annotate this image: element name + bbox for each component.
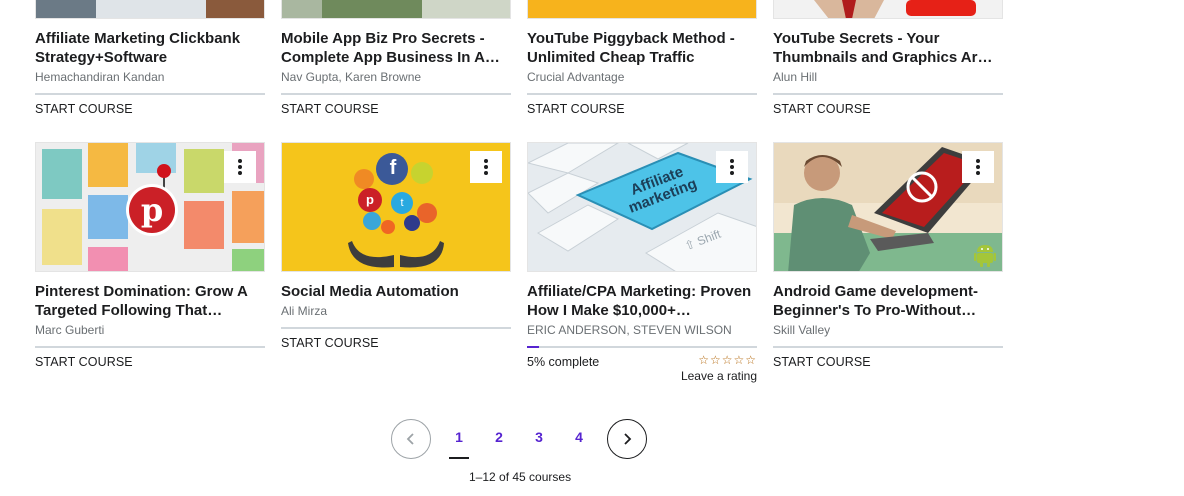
course-thumbnail[interactable]: Affiliate marketing ⇧ Shift [527,142,757,272]
progress-divider [35,93,265,95]
progress-divider [773,93,1003,95]
results-count: 1–12 of 45 courses [469,470,572,484]
start-course-link[interactable]: START COURSE [773,355,871,369]
course-title[interactable]: YouTube Secrets - Your Thumbnails and Gr… [773,29,1003,67]
thumbnail-image [282,0,510,18]
facebook-icon: f [389,157,397,179]
course-thumbnail[interactable] [35,0,265,19]
course-author: Alun Hill [773,70,818,84]
course-title[interactable]: Affiliate/CPA Marketing: Proven How I Ma… [527,282,757,320]
progress-bar [527,346,757,348]
course-thumbnail[interactable] [281,0,511,19]
thumbnail-image [774,0,1002,18]
leave-rating-label[interactable]: Leave a rating [681,369,757,383]
course-author: ERIC ANDERSON, STEVEN WILSON [527,323,732,337]
progress-label: 5% complete [527,355,600,369]
course-thumbnail[interactable] [527,0,757,19]
course-author: Skill Valley [773,323,831,337]
chevron-left-icon [406,433,414,445]
thumbnail-image [528,0,756,18]
course-author: Hemachandiran Kandan [35,70,165,84]
course-thumbnail[interactable] [773,0,1003,19]
page-4-link[interactable]: 4 [569,429,589,445]
progress-divider [281,93,511,95]
course-title[interactable]: Social Media Automation [281,282,511,301]
course-thumbnail[interactable] [773,142,1003,272]
next-page-button[interactable] [607,419,647,459]
progress-row: 5% complete ☆☆☆☆☆ Leave a rating [527,353,757,383]
start-course-link[interactable]: START COURSE [281,336,379,350]
page-2-link[interactable]: 2 [489,429,509,445]
course-card[interactable]: Android Game development- Beginner's To … [773,142,1003,371]
twitter-icon: t [400,197,404,209]
course-title[interactable]: YouTube Piggyback Method - Unlimited Che… [527,29,757,67]
course-author: Ali Mirza [281,304,328,318]
pinterest-icon: p [366,192,374,207]
page-3-link[interactable]: 3 [529,429,549,445]
progress-divider [773,346,1003,348]
prev-page-button[interactable] [391,419,431,459]
android-icon [974,243,996,267]
course-title[interactable]: Affiliate Marketing Clickbank Strategy+S… [35,29,265,67]
kebab-menu-icon[interactable] [470,151,502,183]
course-author: Crucial Advantage [527,70,625,84]
pagination: 1 2 3 4 [391,419,647,459]
course-card[interactable]: p Pinterest Domination: Grow A Targeted … [35,142,265,371]
pinterest-icon: p [140,191,164,229]
start-course-link[interactable]: START COURSE [35,355,133,369]
progress-divider [35,346,265,348]
start-course-link[interactable]: START COURSE [281,102,379,116]
progress-divider [527,93,757,95]
course-card[interactable]: Mobile App Biz Pro Secrets - Complete Ap… [281,0,511,118]
start-course-link[interactable]: START COURSE [527,102,625,116]
page-1-link[interactable]: 1 [449,429,469,459]
course-thumbnail[interactable]: f p t [281,142,511,272]
course-author: Marc Guberti [35,323,105,337]
course-title[interactable]: Mobile App Biz Pro Secrets - Complete Ap… [281,29,511,67]
rating-stars-icon[interactable]: ☆☆☆☆☆ [681,353,757,367]
course-card[interactable]: YouTube Secrets - Your Thumbnails and Gr… [773,0,1003,118]
course-card[interactable]: Affiliate Marketing Clickbank Strategy+S… [35,0,265,118]
start-course-link[interactable]: START COURSE [773,102,871,116]
progress-divider [281,327,511,329]
progress-bar-fill [527,346,539,348]
start-course-link[interactable]: START COURSE [35,102,133,116]
course-card[interactable]: Affiliate marketing ⇧ Shift Affiliate/CP… [527,142,757,383]
course-author: Nav Gupta, Karen Browne [281,70,422,84]
chevron-right-icon [624,433,632,445]
kebab-menu-icon[interactable] [224,151,256,183]
kebab-menu-icon[interactable] [716,151,748,183]
kebab-menu-icon[interactable] [962,151,994,183]
course-thumbnail[interactable]: p [35,142,265,272]
leave-rating-button[interactable]: ☆☆☆☆☆ Leave a rating [681,353,757,383]
course-card[interactable]: f p t Social Media Automation Ali Mirza … [281,142,511,352]
course-title[interactable]: Pinterest Domination: Grow A Targeted Fo… [35,282,265,320]
thumbnail-image [36,0,264,18]
course-title[interactable]: Android Game development- Beginner's To … [773,282,1003,320]
course-card[interactable]: YouTube Piggyback Method - Unlimited Che… [527,0,757,118]
